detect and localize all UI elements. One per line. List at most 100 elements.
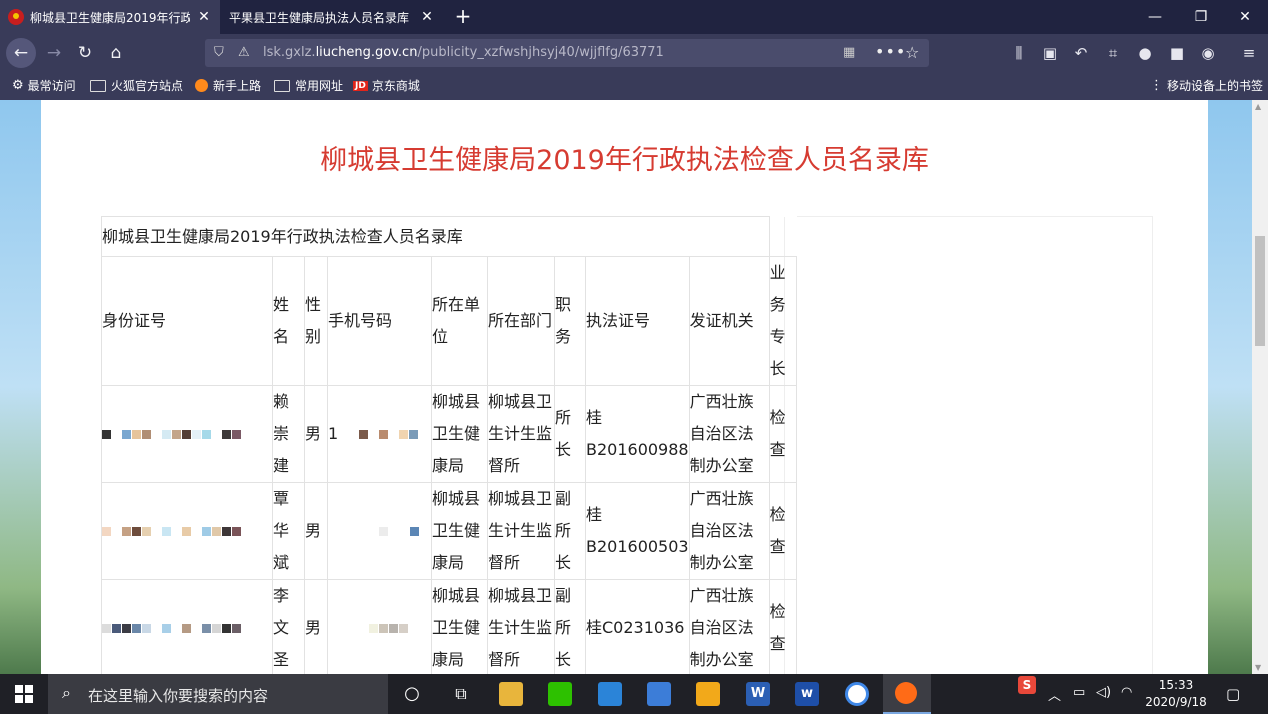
security-shield-icon[interactable] [696,682,720,706]
scroll-down-icon[interactable]: ▼ [1255,663,1261,672]
table-caption: 柳城县卫生健康局2019年行政执法检查人员名录库 [101,216,770,257]
cell-gender: 男 [304,579,328,674]
mail-icon[interactable] [598,682,622,706]
clock-time: 15:33 [1158,678,1194,692]
bookmark-firefox-site[interactable]: 火狐官方站点 [90,77,183,94]
wps-word-icon[interactable]: w [795,682,819,706]
tab-pingguo[interactable]: 平果县卫生健康局执法人员名录库 ✕ [221,0,443,34]
tray-expand-icon[interactable]: ︿ [1048,685,1061,704]
minimize-button[interactable]: — [1132,0,1178,34]
clock[interactable]: 15:33 2020/9/18 [1136,677,1216,711]
chat-icon[interactable]: ● [1134,42,1156,64]
page-body: 柳城县卫生健康局2019年行政执法检查人员名录库 柳城县卫生健康局2019年行政… [41,100,1208,674]
store-icon[interactable] [647,682,671,706]
tab-liucheng[interactable]: 柳城县卫生健康局2019年行政执 ✕ [0,0,220,34]
screenshot-icon[interactable]: ⌗ [1102,42,1124,64]
extension-icon[interactable]: ■ [1166,42,1188,64]
back-button[interactable]: ← [6,38,36,68]
reload-button[interactable]: ↻ [71,40,99,66]
volume-icon[interactable]: ◁) [1096,685,1111,700]
taskbar: ⌕ 在这里输入你要搜索的内容 ○ ⧉ W w S ︿ ▭ ◁) ◠ 15:33 … [0,674,1268,714]
tab-title: 平果县卫生健康局执法人员名录库 [229,10,410,25]
redacted-phone [327,482,432,580]
firefox-icon [195,79,208,92]
url-text[interactable]: lsk.gxlz.liucheng.gov.cn/publicity_xzfws… [263,45,664,60]
emblem-icon [8,9,24,25]
jd-icon: JD [353,80,368,91]
search-placeholder: 在这里输入你要搜索的内容 [88,687,269,705]
cell-dept: 柳城县卫 生计生监 督所 [487,579,555,674]
cell-dept: 柳城县卫 生计生监 督所 [487,385,555,483]
cell-unit: 柳城县 卫生健 康局 [431,385,488,483]
new-tab-button[interactable]: + [452,4,474,28]
col-id: 身份证号 [101,256,273,386]
close-icon[interactable]: ✕ [196,9,212,25]
nav-bar: ← → ↻ ⌂ ⛉ ⚠ lsk.gxlz.liucheng.gov.cn/pub… [0,34,1268,72]
col-gender: 性 别 [304,256,328,386]
cell-unit: 柳城县 卫生健 康局 [431,482,488,580]
staff-table: 柳城县卫生健康局2019年行政执法检查人员名录库 身份证号 姓 名 性 别 手机… [101,216,797,674]
notification-icon[interactable]: ▢ [1226,685,1240,703]
account-icon[interactable]: ◉ [1197,42,1219,64]
scroll-thumb[interactable] [1255,236,1265,346]
redacted-id [101,579,273,674]
mobile-bookmark-icon: ⋮ [1150,78,1163,93]
tab-bar: 柳城县卫生健康局2019年行政执 ✕ 平果县卫生健康局执法人员名录库 ✕ + —… [0,0,1268,34]
taskbar-search[interactable]: ⌕ 在这里输入你要搜索的内容 [48,674,388,714]
search-icon: ⌕ [62,683,71,702]
more-actions-icon[interactable]: ••• [875,42,906,61]
col-phone: 手机号码 [327,256,432,386]
forward-button[interactable]: → [40,40,68,66]
bookmark-most-visited[interactable]: ⚙ 最常访问 [12,77,76,94]
sogou-ime-icon[interactable]: S [1018,676,1036,694]
shield-icon[interactable]: ⛉ [214,45,224,60]
cell-unit: 柳城县 卫生健 康局 [431,579,488,674]
cell-gender: 男 [304,385,328,483]
network-icon[interactable]: ◠ [1121,685,1132,700]
bookmark-jd[interactable]: JD 京东商城 [353,77,420,94]
sidebar-icon[interactable]: ▣ [1039,42,1061,64]
home-button[interactable]: ⌂ [102,40,130,66]
cell-title: 副 所 长 [554,482,586,580]
wechat-icon[interactable] [548,682,572,706]
tab-title: 柳城县卫生健康局2019年行政执 [30,10,190,25]
cell-title: 副 所 长 [554,579,586,674]
battery-icon[interactable]: ▭ [1073,685,1085,700]
bookmark-star-icon[interactable]: ☆ [905,43,919,62]
cell-issuer: 广西壮族 自治区法 制办公室 [688,482,770,580]
col-specialty: 业 务 专 长 [768,256,797,386]
col-name: 姓 名 [272,256,305,386]
restore-button[interactable]: ❐ [1178,0,1224,34]
page-scrollbar[interactable]: ▲ ▼ [1252,100,1268,674]
redacted-phone [327,579,432,674]
side-panel [784,216,1153,674]
firefox-taskbar-button[interactable] [883,674,931,714]
undo-icon[interactable]: ↶ [1070,42,1092,64]
task-view-icon[interactable]: ⧉ [449,682,473,706]
file-explorer-icon[interactable] [499,682,523,706]
library-icon[interactable]: ⫼ [1008,42,1030,64]
cortana-icon[interactable]: ○ [400,682,424,706]
window-close-button[interactable]: ✕ [1222,0,1268,34]
mobile-bookmarks[interactable]: ⋮ 移动设备上的书签 [1150,77,1263,94]
windows-start-icon[interactable] [15,685,33,703]
scroll-up-icon[interactable]: ▲ [1255,102,1261,111]
word-icon[interactable]: W [746,682,770,706]
qr-code-icon[interactable]: ▦ [843,45,855,60]
menu-icon[interactable]: ≡ [1238,42,1260,64]
col-issuer: 发证机关 [688,256,770,386]
cell-issuer: 广西壮族 自治区法 制办公室 [688,385,770,483]
table-header-row: 身份证号 姓 名 性 别 手机号码 所在单 位 所在部门 职 务 执法证号 发证… [101,256,797,386]
url-bar[interactable]: ⛉ ⚠ lsk.gxlz.liucheng.gov.cn/publicity_x… [205,39,929,67]
bookmark-getting-started[interactable]: 新手上路 [195,77,261,94]
firefox-icon [895,682,917,704]
gear-icon: ⚙ [12,78,24,93]
insecure-lock-icon[interactable]: ⚠ [238,45,250,60]
baidu-netdisk-icon[interactable] [845,682,869,706]
bookmark-common-sites[interactable]: 常用网址 [274,77,343,94]
col-unit: 所在单 位 [431,256,488,386]
cell-name: 赖 崇 建 [272,385,305,483]
page-title: 柳城县卫生健康局2019年行政执法检查人员名录库 [320,145,929,176]
cell-specialty: 检 查 [768,482,797,580]
close-icon[interactable]: ✕ [419,9,435,25]
